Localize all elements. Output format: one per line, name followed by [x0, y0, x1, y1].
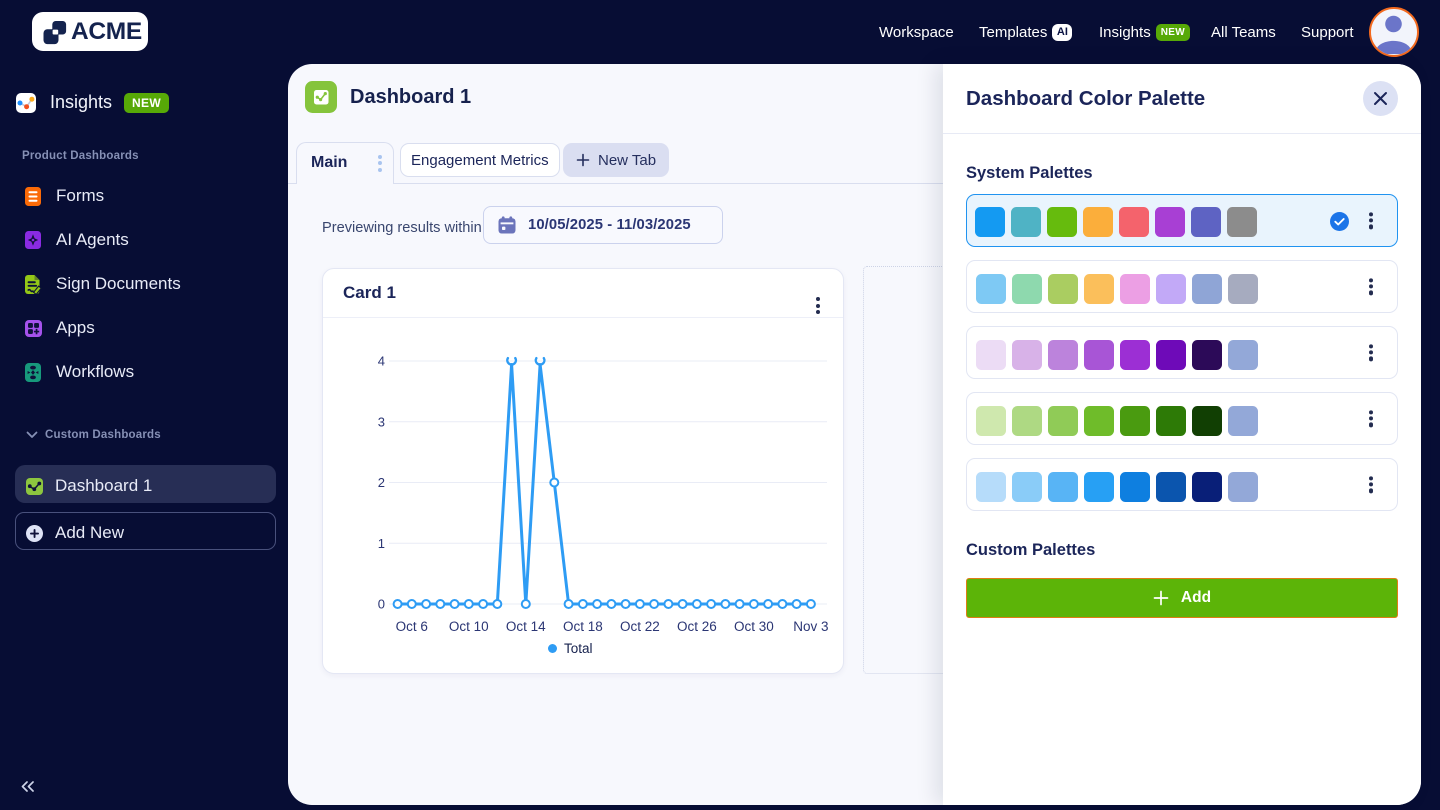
svg-text:Oct 6: Oct 6: [396, 619, 428, 634]
svg-text:Oct 26: Oct 26: [677, 619, 717, 634]
svg-text:1: 1: [378, 536, 385, 551]
svg-text:Oct 18: Oct 18: [563, 619, 603, 634]
svg-text:Oct 14: Oct 14: [506, 619, 546, 634]
svg-text:Nov 3: Nov 3: [793, 619, 828, 634]
svg-text:2: 2: [378, 475, 385, 490]
svg-text:Oct 10: Oct 10: [449, 619, 489, 634]
svg-text:Oct 22: Oct 22: [620, 619, 660, 634]
svg-text:0: 0: [378, 597, 385, 612]
svg-text:4: 4: [378, 354, 385, 369]
svg-text:3: 3: [378, 414, 385, 429]
svg-text:Oct 30: Oct 30: [734, 619, 774, 634]
